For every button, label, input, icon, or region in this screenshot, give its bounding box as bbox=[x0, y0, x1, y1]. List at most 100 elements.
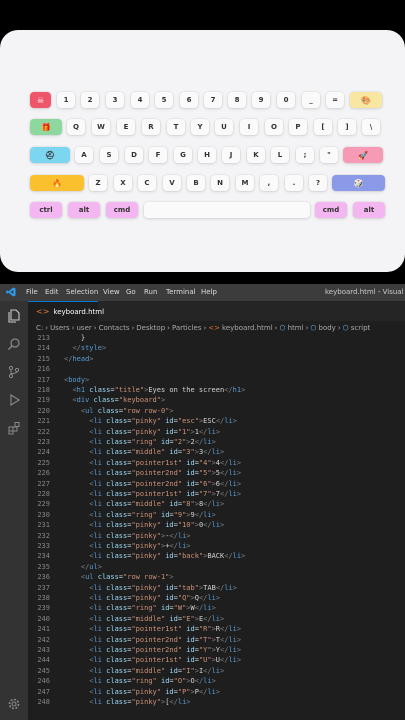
breadcrumb-item[interactable]: Users bbox=[50, 324, 70, 332]
code-editor[interactable]: 213 } 214 </style> 215 </head> 216 217 <body> 2… bbox=[28, 333, 405, 720]
code-line[interactable]: 225 <li class="pointer1st" id="4">4</li> bbox=[28, 458, 405, 468]
code-line[interactable]: 219 <div class="keyboard"> bbox=[28, 395, 405, 405]
code-line[interactable]: 218 <h1 class="title">Eyes on the screen… bbox=[28, 385, 405, 395]
key-dice[interactable]: 🎲 bbox=[332, 175, 385, 191]
code-line[interactable]: 244 <li class="pointer1st" id="U">U</li> bbox=[28, 655, 405, 665]
key-c95[interactable]: _ bbox=[302, 92, 320, 108]
key-Z[interactable]: Z bbox=[89, 175, 107, 191]
key-c63[interactable]: ? bbox=[309, 175, 327, 191]
code-line[interactable]: 241 <li class="pointer1st" id="R">R</li> bbox=[28, 624, 405, 634]
code-line[interactable]: 228 <li class="pointer1st" id="7">7</li> bbox=[28, 489, 405, 499]
key-S[interactable]: S bbox=[100, 147, 118, 163]
key-R[interactable]: R bbox=[142, 119, 160, 135]
key-skull[interactable]: ☠ bbox=[30, 92, 51, 108]
key-F[interactable]: F bbox=[149, 147, 167, 163]
code-line[interactable]: 245 <li class="middle" id="I">I</li> bbox=[28, 666, 405, 676]
key-c93[interactable]: ] bbox=[338, 119, 356, 135]
key-E[interactable]: E bbox=[117, 119, 135, 135]
code-line[interactable]: 243 <li class="pointer2nd" id="Y">Y</li> bbox=[28, 645, 405, 655]
key-gift[interactable]: 🎁 bbox=[30, 119, 62, 135]
key-palette[interactable]: 🎨 bbox=[350, 92, 382, 108]
key-P[interactable]: P bbox=[289, 119, 307, 135]
menu-help[interactable]: Help bbox=[201, 288, 217, 296]
key-J[interactable]: J bbox=[222, 147, 240, 163]
key-3[interactable]: 3 bbox=[106, 92, 124, 108]
key-c92[interactable]: \ bbox=[362, 119, 380, 135]
settings-gear-icon[interactable] bbox=[7, 697, 21, 711]
key-c91[interactable]: [ bbox=[314, 119, 332, 135]
key-W[interactable]: W bbox=[92, 119, 110, 135]
extensions-icon[interactable] bbox=[7, 421, 21, 435]
code-line[interactable]: 213 } bbox=[28, 333, 405, 343]
menu-run[interactable]: Run bbox=[144, 288, 157, 296]
key-D[interactable]: D bbox=[125, 147, 143, 163]
code-line[interactable]: 220 <ul class="row row-0"> bbox=[28, 406, 405, 416]
code-line[interactable]: 247 <li class="pinky" id="P">P</li> bbox=[28, 687, 405, 697]
menu-edit[interactable]: Edit bbox=[45, 288, 59, 296]
source-control-icon[interactable] bbox=[7, 365, 21, 379]
code-line[interactable]: 222 <li class="pinky" id="1">1</li> bbox=[28, 427, 405, 437]
key-Q[interactable]: Q bbox=[67, 119, 85, 135]
code-line[interactable]: 242 <li class="pointer2nd" id="T">T</li> bbox=[28, 635, 405, 645]
key-ctrl[interactable]: ctrl bbox=[30, 202, 62, 218]
code-line[interactable]: 237 <li class="pinky" id="tab">TAB</li> bbox=[28, 583, 405, 593]
breadcrumb-item[interactable]: user bbox=[76, 324, 91, 332]
key-8[interactable]: 8 bbox=[228, 92, 246, 108]
menu-view[interactable]: View bbox=[103, 288, 120, 296]
key-alt[interactable]: alt bbox=[68, 202, 100, 218]
code-line[interactable]: 229 <li class="middle" id="8">8</li> bbox=[28, 499, 405, 509]
key-H[interactable]: H bbox=[198, 147, 216, 163]
code-line[interactable]: 235 </ul> bbox=[28, 562, 405, 572]
explorer-icon[interactable] bbox=[7, 309, 21, 323]
code-line[interactable]: 217 <body> bbox=[28, 375, 405, 385]
key-space[interactable] bbox=[144, 202, 310, 218]
code-line[interactable]: 248 <li class="pinky">[</li> bbox=[28, 697, 405, 707]
code-line[interactable]: 215 </head> bbox=[28, 354, 405, 364]
breadcrumb-item[interactable]: body bbox=[319, 324, 336, 332]
key-G[interactable]: G bbox=[174, 147, 192, 163]
code-line[interactable]: 227 <li class="pointer2nd" id="6">6</li> bbox=[28, 479, 405, 489]
code-line[interactable]: 226 <li class="pointer2nd" id="5">5</li> bbox=[28, 468, 405, 478]
breadcrumb-item[interactable]: C: bbox=[36, 324, 43, 332]
key-lifebuoy[interactable]: ⛑ bbox=[30, 147, 70, 163]
key-I[interactable]: I bbox=[240, 119, 258, 135]
code-line[interactable]: 246 <li class="ring" id="O">O</li> bbox=[28, 676, 405, 686]
key-7[interactable]: 7 bbox=[204, 92, 222, 108]
key-1[interactable]: 1 bbox=[57, 92, 75, 108]
key-O[interactable]: O bbox=[265, 119, 283, 135]
breadcrumb-item[interactable]: keyboard.html bbox=[222, 324, 273, 332]
breadcrumb-item[interactable]: script bbox=[351, 324, 371, 332]
key-c46[interactable]: . bbox=[285, 175, 303, 191]
breadcrumb-item[interactable]: Particles bbox=[172, 324, 202, 332]
code-line[interactable]: 224 <li class="middle" id="3">3</li> bbox=[28, 447, 405, 457]
key-c61[interactable]: = bbox=[326, 92, 344, 108]
key-0[interactable]: 0 bbox=[277, 92, 295, 108]
breadcrumb-item[interactable]: Contacts bbox=[99, 324, 130, 332]
key-C[interactable]: C bbox=[138, 175, 156, 191]
key-A[interactable]: A bbox=[75, 147, 93, 163]
code-line[interactable]: 230 <li class="ring" id="9">9</li> bbox=[28, 510, 405, 520]
breadcrumb-item[interactable]: html bbox=[288, 324, 304, 332]
code-line[interactable]: 233 <li class="pinky">+</li> bbox=[28, 541, 405, 551]
code-line[interactable]: 232 <li class="pinky">-</li> bbox=[28, 531, 405, 541]
key-L[interactable]: L bbox=[271, 147, 289, 163]
key-9[interactable]: 9 bbox=[252, 92, 270, 108]
key-5[interactable]: 5 bbox=[155, 92, 173, 108]
key-4[interactable]: 4 bbox=[131, 92, 149, 108]
code-line[interactable]: 234 <li class="pinky" id="back">BACK</li… bbox=[28, 551, 405, 561]
menu-terminal[interactable]: Terminal bbox=[166, 288, 196, 296]
key-K[interactable]: K bbox=[247, 147, 265, 163]
run-debug-icon[interactable] bbox=[7, 393, 21, 407]
key-alt[interactable]: alt bbox=[353, 202, 385, 218]
key-V[interactable]: V bbox=[163, 175, 181, 191]
key-X[interactable]: X bbox=[114, 175, 132, 191]
code-line[interactable]: 214 </style> bbox=[28, 343, 405, 353]
tab-keyboard-html[interactable]: <> keyboard.html bbox=[28, 301, 104, 321]
code-line[interactable]: 240 <li class="middle" id="E">E</li> bbox=[28, 614, 405, 624]
key-U[interactable]: U bbox=[215, 119, 233, 135]
key-c34[interactable]: " bbox=[320, 147, 338, 163]
key-cmd[interactable]: cmd bbox=[315, 202, 347, 218]
code-line[interactable]: 236 <ul class="row row-1"> bbox=[28, 572, 405, 582]
code-line[interactable]: 221 <li class="pinky" id="esc">ESC</li> bbox=[28, 416, 405, 426]
key-c59[interactable]: ; bbox=[296, 147, 314, 163]
